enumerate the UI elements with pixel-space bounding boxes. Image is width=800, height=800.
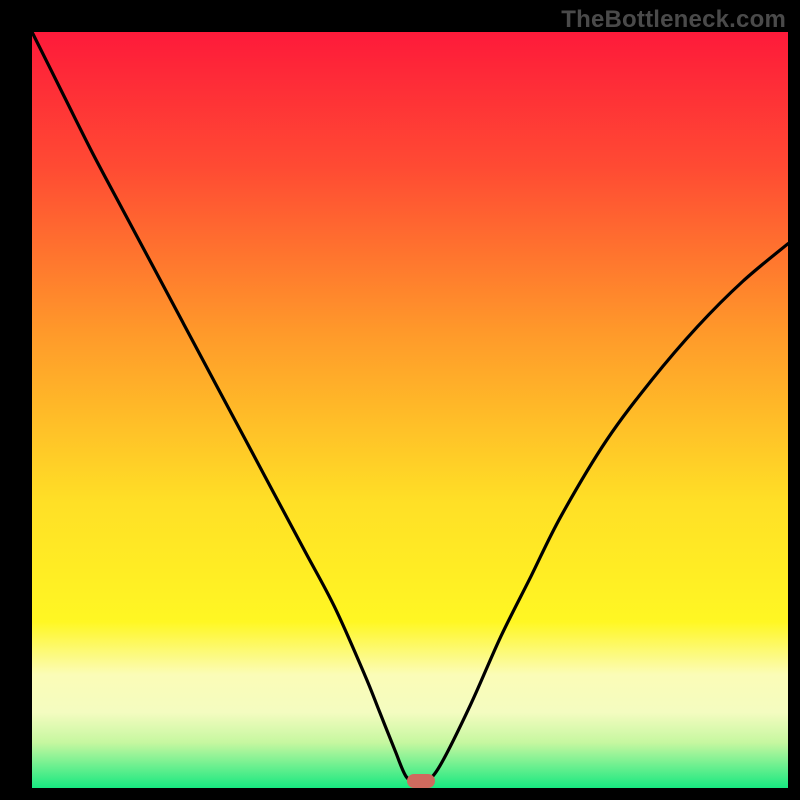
optimal-point-marker [407, 774, 435, 788]
watermark-text: TheBottleneck.com [561, 6, 786, 34]
chart-stage: TheBottleneck.com [0, 0, 800, 800]
gradient-background [32, 32, 788, 788]
bottleneck-plot [0, 0, 800, 800]
